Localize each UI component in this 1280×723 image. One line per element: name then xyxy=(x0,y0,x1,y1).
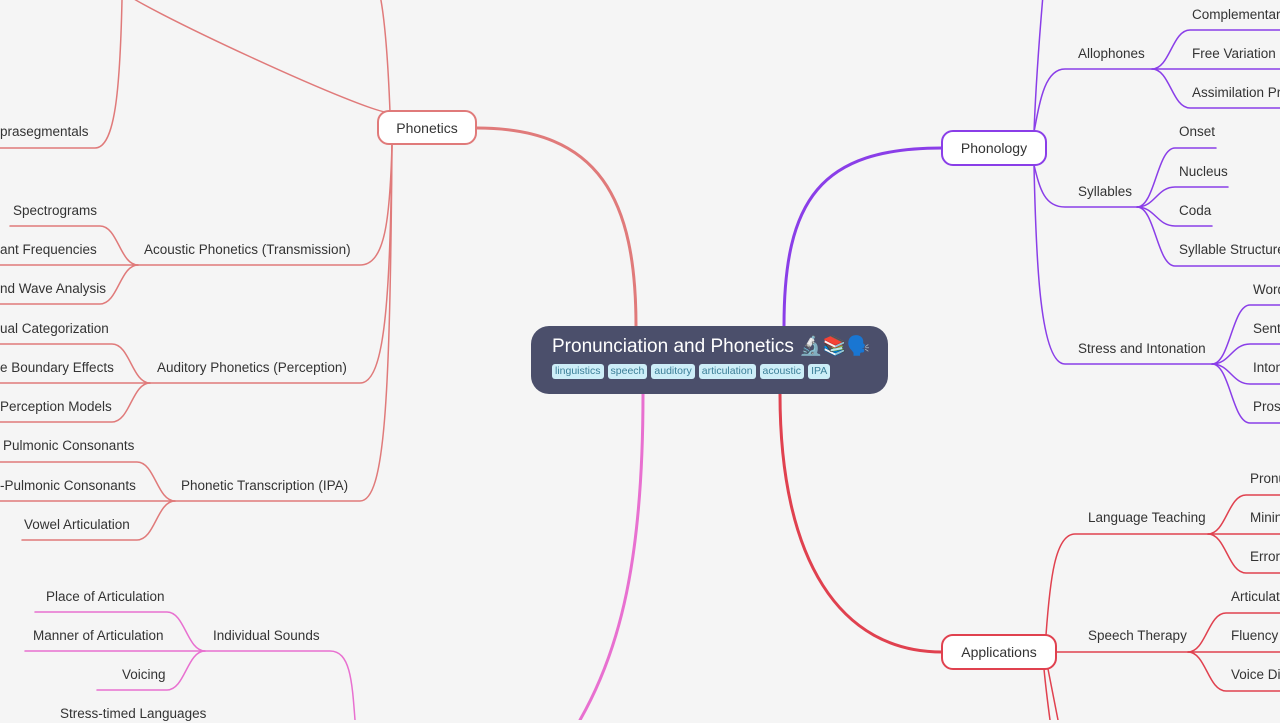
topic-pulmonic[interactable]: Pulmonic Consonants xyxy=(3,437,134,455)
topic-syllable-structure[interactable]: Syllable Structure xyxy=(1179,241,1280,259)
topic-syllables[interactable]: Syllables xyxy=(1078,183,1132,201)
topic-place-of-articulation[interactable]: Place of Articulation xyxy=(46,588,165,606)
topic-error-analysis[interactable]: Error xyxy=(1250,548,1280,566)
tag[interactable]: IPA xyxy=(808,364,831,379)
topic-prosody[interactable]: Pros xyxy=(1253,398,1280,416)
topic-assimilation[interactable]: Assimilation Pr xyxy=(1192,84,1280,102)
topic-onset[interactable]: Onset xyxy=(1179,123,1215,141)
topic-manner-of-articulation[interactable]: Manner of Articulation xyxy=(33,627,164,645)
topic-vowel-articulation[interactable]: Vowel Articulation xyxy=(24,516,130,534)
topic-speech-therapy[interactable]: Speech Therapy xyxy=(1088,627,1187,645)
topic-complementary[interactable]: Complementar xyxy=(1192,6,1280,24)
topic-individual-sounds[interactable]: Individual Sounds xyxy=(213,627,320,645)
link-root-phonetics xyxy=(475,126,638,328)
node-phonetics[interactable]: Phonetics xyxy=(377,110,477,145)
node-applications[interactable]: Applications xyxy=(941,634,1057,670)
topic-stress-timed[interactable]: Stress-timed Languages xyxy=(60,705,206,723)
topic-pronunciation[interactable]: Pronu xyxy=(1250,470,1280,488)
topic-articulation-disorders[interactable]: Articulat xyxy=(1231,588,1280,606)
topic-phonetic-transcription[interactable]: Phonetic Transcription (IPA) xyxy=(181,477,348,495)
topic-allophones[interactable]: Allophones xyxy=(1078,45,1145,63)
link-phonetics-auditory xyxy=(149,143,393,384)
topic-suprasegmentals[interactable]: prasegmentals xyxy=(0,123,89,141)
root-node[interactable]: Pronunciation and Phonetics 🔬📚🗣️ linguis… xyxy=(531,326,888,394)
topic-auditory-phonetics[interactable]: Auditory Phonetics (Perception) xyxy=(157,359,347,377)
topic-formant-frequencies[interactable]: ant Frequencies xyxy=(0,241,97,259)
tag[interactable]: speech xyxy=(607,364,648,379)
topic-stress-intonation[interactable]: Stress and Intonation xyxy=(1078,340,1206,358)
topic-voicing[interactable]: Voicing xyxy=(122,666,166,684)
link-phonetics-up xyxy=(380,0,391,113)
topic-word-stress[interactable]: Word xyxy=(1253,281,1280,299)
tag[interactable]: auditory xyxy=(651,364,695,379)
tag-list: linguistics speech auditory articulation… xyxy=(552,364,867,379)
topic-acoustic-phonetics[interactable]: Acoustic Phonetics (Transmission) xyxy=(144,241,351,259)
node-phonology[interactable]: Phonology xyxy=(941,130,1047,166)
topic-sentence-stress[interactable]: Sent xyxy=(1253,320,1280,338)
topic-boundary-effects[interactable]: e Boundary Effects xyxy=(0,359,114,377)
topic-minimal-pairs[interactable]: Minin xyxy=(1250,509,1280,527)
topic-free-variation[interactable]: Free Variation xyxy=(1192,45,1276,63)
topic-language-teaching[interactable]: Language Teaching xyxy=(1088,509,1206,527)
topic-fluency[interactable]: Fluency xyxy=(1231,627,1278,645)
topic-non-pulmonic[interactable]: -Pulmonic Consonants xyxy=(0,477,136,495)
topic-spectrograms[interactable]: Spectrograms xyxy=(13,202,97,220)
topic-perception-models[interactable]: Perception Models xyxy=(0,398,112,416)
topic-intonation[interactable]: Inton xyxy=(1253,359,1280,377)
topic-nucleus[interactable]: Nucleus xyxy=(1179,163,1228,181)
topic-coda[interactable]: Coda xyxy=(1179,202,1211,220)
node-label: Phonetics xyxy=(396,119,458,136)
link-root-pink xyxy=(578,392,645,720)
topic-categorization[interactable]: ual Categorization xyxy=(0,320,109,338)
link-phonetics-ipa xyxy=(174,143,393,502)
link-root-applications xyxy=(778,392,944,654)
root-title: Pronunciation and Phonetics 🔬📚🗣️ xyxy=(552,336,871,357)
node-label: Phonology xyxy=(960,140,1028,156)
topic-voice-disorders[interactable]: Voice Dis xyxy=(1231,666,1280,684)
tag[interactable]: acoustic xyxy=(759,364,805,379)
tag[interactable]: articulation xyxy=(698,364,756,379)
link-root-phonology xyxy=(782,146,944,328)
tag[interactable]: linguistics xyxy=(552,364,604,379)
node-label: Applications xyxy=(961,644,1037,660)
topic-sound-wave-analysis[interactable]: nd Wave Analysis xyxy=(0,280,106,298)
